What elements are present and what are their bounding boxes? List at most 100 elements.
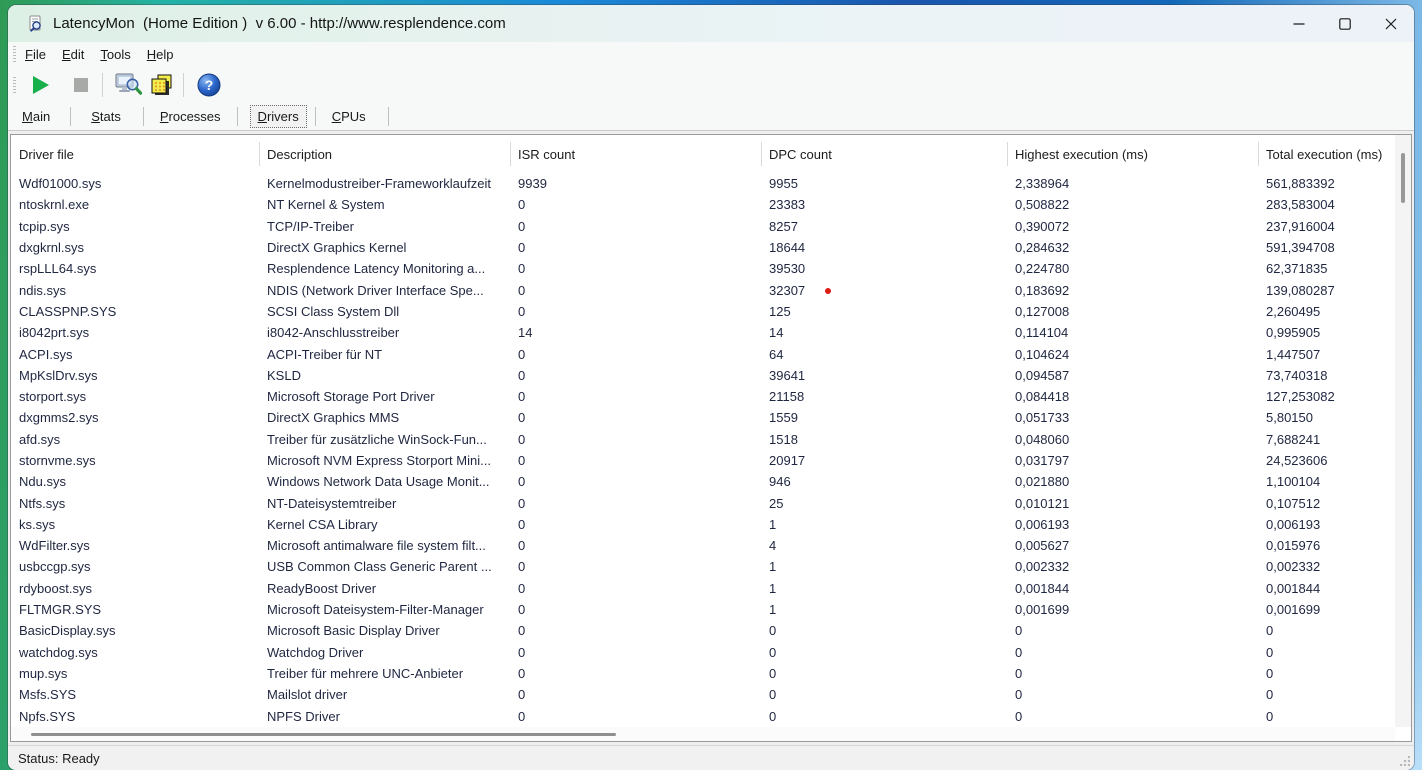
cell-dpc-count: 39530 (769, 261, 806, 277)
cell-highest-execution: 0,002332 (1015, 559, 1070, 575)
cell-highest-execution: 0,005627 (1015, 538, 1070, 554)
drivers-table: Driver file Description ISR count DPC co… (10, 134, 1412, 742)
table-row[interactable]: Msfs.SYS Mailslot driver 0 0 0 0 (11, 684, 1395, 705)
table-row[interactable]: BasicDisplay.sys Microsoft Basic Display … (11, 620, 1395, 641)
table-row[interactable]: mup.sys Treiber für mehrere UNC-Anbieter 0… (11, 663, 1395, 684)
table-row[interactable]: Ntfs.sys NT-Dateisystemtreiber 0 25 0,010121… (11, 492, 1395, 513)
column-divider[interactable] (510, 142, 511, 166)
cell-driver-file: mup.sys (19, 665, 68, 681)
menu-help[interactable]: Help (140, 45, 181, 64)
menu-tools[interactable]: Tools (93, 45, 137, 64)
table-row[interactable]: ntoskrnl.exe NT Kernel & System 0 23383 0,50… (11, 194, 1395, 215)
table-row[interactable]: rdyboost.sys ReadyBoost Driver 0 1 0,001844 0… (11, 578, 1395, 599)
menu-file[interactable]: File (18, 45, 53, 64)
toolbar: ? (8, 66, 1414, 103)
table-row[interactable]: Npfs.SYS NPFS Driver 0 0 0 0 (11, 705, 1395, 726)
cell-isr-count: 0 (518, 708, 526, 724)
table-row[interactable]: storport.sys Microsoft Storage Port Drive… (11, 386, 1395, 407)
column-divider[interactable] (1007, 142, 1008, 166)
cell-total-execution: 7,688241 (1266, 431, 1321, 447)
menu-edit[interactable]: Edit (55, 45, 91, 64)
tab-cpus[interactable]: CPUs (324, 105, 374, 128)
cell-description: ReadyBoost Driver (267, 580, 377, 596)
cell-total-execution: 0,015976 (1266, 538, 1321, 554)
cell-isr-count: 0 (518, 516, 526, 532)
table-row[interactable]: rspLLL64.sys Resplendence Latency Monitor… (11, 258, 1395, 279)
cell-total-execution: 0 (1266, 665, 1274, 681)
cell-dpc-count: 18644 (769, 240, 806, 256)
cell-highest-execution: 0,084418 (1015, 389, 1070, 405)
cell-isr-count: 0 (518, 431, 526, 447)
column-divider[interactable] (761, 142, 762, 166)
table-row[interactable]: dxgmms2.sys DirectX Graphics MMS 0 1559 0,05… (11, 407, 1395, 428)
table-row[interactable]: stornvme.sys Microsoft NVM Express Storpo… (11, 450, 1395, 471)
tab-main[interactable]: Main (14, 105, 58, 128)
cell-description: i8042-Anschlusstreiber (267, 325, 400, 341)
column-divider[interactable] (259, 142, 260, 166)
help-button[interactable]: ? (194, 70, 224, 100)
resize-grip[interactable] (1400, 756, 1410, 766)
title-bar[interactable]: LatencyMon (Home Edition ) v 6.00 - http… (8, 5, 1414, 42)
tab-drivers[interactable]: Drivers (249, 105, 307, 128)
horizontal-scrollbar[interactable] (11, 727, 1395, 741)
cell-isr-count: 0 (518, 282, 526, 298)
start-monitor-button[interactable] (26, 70, 56, 100)
analyze-button[interactable] (113, 70, 143, 100)
cell-dpc-count: 0 (769, 623, 777, 639)
cell-description: Mailslot driver (267, 687, 348, 703)
cell-description: Kernel CSA Library (267, 516, 378, 532)
tab-stats[interactable]: Stats (83, 105, 129, 128)
table-row[interactable]: WdFilter.sys Microsoft antimalware file s… (11, 535, 1395, 556)
table-body: Wdf01000.sys Kernelmodustreiber-Framework… (11, 173, 1395, 727)
column-header-isr-count[interactable]: ISR count (518, 135, 761, 173)
column-divider[interactable] (1258, 142, 1259, 166)
column-header-dpc-count[interactable]: DPC count (769, 135, 1007, 173)
window-title: LatencyMon (Home Edition ) v 6.00 - http… (53, 15, 506, 32)
table-row[interactable]: dxgkrnl.sys DirectX Graphics Kernel 0 18644… (11, 237, 1395, 258)
column-header-driver-file[interactable]: Driver file (19, 135, 259, 173)
minimize-icon (1293, 22, 1305, 25)
cell-isr-count: 0 (518, 495, 526, 511)
cell-highest-execution: 0 (1015, 623, 1023, 639)
maximize-button[interactable] (1322, 5, 1368, 42)
tab-processes[interactable]: Processes (152, 105, 229, 128)
table-row[interactable]: usbccgp.sys USB Common Class Generic Pare… (11, 556, 1395, 577)
windows-button[interactable] (147, 70, 177, 100)
table-row[interactable]: CLASSPNP.SYS SCSI Class System Dll 0 125 0,1… (11, 301, 1395, 322)
table-row[interactable]: FLTMGR.SYS Microsoft Dateisystem-Filter-M… (11, 599, 1395, 620)
cell-dpc-count: 1559 (769, 410, 798, 426)
cell-total-execution: 0 (1266, 708, 1274, 724)
column-header-total-execution[interactable]: Total execution (ms) (1266, 135, 1396, 173)
toolbar-gripper[interactable] (13, 76, 16, 93)
cell-driver-file: WdFilter.sys (19, 538, 90, 554)
column-header-highest-execution[interactable]: Highest execution (ms) (1015, 135, 1258, 173)
cell-total-execution: 5,80150 (1266, 410, 1313, 426)
table-row[interactable]: MpKslDrv.sys KSLD 0 39641 0,094587 73,740318 (11, 365, 1395, 386)
cell-dpc-count: 9955 (769, 176, 798, 192)
table-row[interactable]: ks.sys Kernel CSA Library 0 1 0,006193 0,0061… (11, 514, 1395, 535)
table-row[interactable]: Ndu.sys Windows Network Data Usage Monit.… (11, 471, 1395, 492)
cell-highest-execution: 0,051733 (1015, 410, 1070, 426)
cell-isr-count: 0 (518, 453, 526, 468)
cell-highest-execution: 2,338964 (1015, 176, 1070, 192)
menubar-gripper[interactable] (13, 46, 16, 62)
table-row[interactable]: ndis.sys NDIS (Network Driver Interface S… (11, 279, 1395, 300)
vertical-scrollbar[interactable] (1395, 135, 1411, 727)
cell-highest-execution: 0 (1015, 687, 1023, 703)
cell-highest-execution: 0,031797 (1015, 453, 1070, 468)
table-row[interactable]: i8042prt.sys i8042-Anschlusstreiber 14 14 0,… (11, 322, 1395, 343)
table-row[interactable]: Wdf01000.sys Kernelmodustreiber-Framework… (11, 173, 1395, 194)
close-button[interactable] (1368, 5, 1414, 42)
horizontal-scrollbar-thumb[interactable] (31, 733, 616, 736)
table-row[interactable]: afd.sys Treiber für zusätzliche WinSock-F… (11, 429, 1395, 450)
minimize-button[interactable] (1276, 5, 1322, 42)
cell-highest-execution: 0,001844 (1015, 580, 1070, 596)
table-row[interactable]: ACPI.sys ACPI-Treiber für NT 0 64 0,104624 1,… (11, 343, 1395, 364)
stop-monitor-button[interactable] (66, 70, 96, 100)
vertical-scrollbar-thumb[interactable] (1401, 153, 1405, 203)
cell-highest-execution: 0,127008 (1015, 303, 1070, 319)
cell-dpc-count: 0 (769, 665, 777, 681)
table-row[interactable]: tcpip.sys TCP/IP-Treiber 0 8257 0,390072 237,… (11, 216, 1395, 237)
table-row[interactable]: watchdog.sys Watchdog Driver 0 0 0 0 (11, 642, 1395, 663)
column-header-description[interactable]: Description (267, 135, 510, 173)
